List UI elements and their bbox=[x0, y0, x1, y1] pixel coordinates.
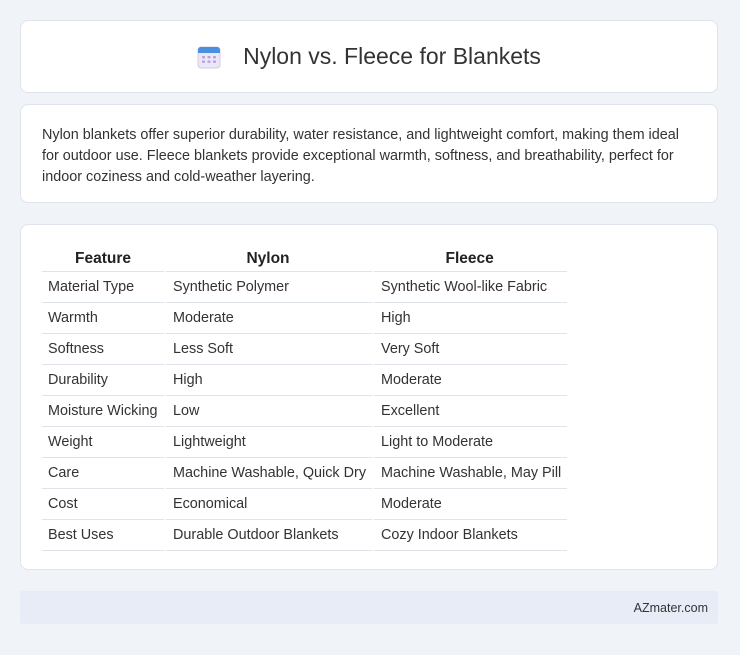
fleece-cell: Moderate bbox=[372, 365, 568, 396]
footer-bar: AZmater.com bbox=[20, 591, 718, 624]
intro-paragraph: Nylon blankets offer superior durability… bbox=[42, 127, 679, 185]
comparison-table: Feature Nylon Fleece Material Type Synth… bbox=[42, 247, 568, 551]
page-title: Nylon vs. Fleece for Blankets bbox=[243, 43, 541, 69]
header-fleece: Fleece bbox=[445, 250, 494, 267]
nylon-cell: Machine Washable, Quick Dry bbox=[164, 458, 373, 489]
fleece-cell: Synthetic Wool-like Fabric bbox=[372, 271, 568, 303]
fleece-cell: Machine Washable, May Pill bbox=[372, 458, 568, 489]
fleece-cell: Moderate bbox=[372, 489, 568, 520]
table-row: Best Uses Durable Outdoor Blankets Cozy … bbox=[42, 520, 568, 551]
fleece-cell: Cozy Indoor Blankets bbox=[372, 520, 568, 551]
nylon-cell: Low bbox=[164, 396, 373, 427]
feature-cell: Softness bbox=[42, 334, 164, 365]
nylon-cell: High bbox=[164, 365, 373, 396]
table-row: Durability High Moderate bbox=[42, 365, 568, 396]
fleece-cell: High bbox=[372, 303, 568, 334]
fleece-cell: Very Soft bbox=[372, 334, 568, 365]
footer-site-link[interactable]: AZmater.com bbox=[634, 601, 708, 615]
fleece-cell: Light to Moderate bbox=[372, 427, 568, 458]
feature-cell: Warmth bbox=[42, 303, 164, 334]
nylon-cell: Economical bbox=[164, 489, 373, 520]
feature-cell: Durability bbox=[42, 365, 164, 396]
table-row: Moisture Wicking Low Excellent bbox=[42, 396, 568, 427]
intro-card: Nylon blankets offer superior durability… bbox=[20, 104, 718, 203]
nylon-cell: Durable Outdoor Blankets bbox=[164, 520, 373, 551]
feature-cell: Care bbox=[42, 458, 164, 489]
header-nylon: Nylon bbox=[246, 250, 290, 267]
feature-cell: Moisture Wicking bbox=[42, 396, 164, 427]
table-row: Care Machine Washable, Quick Dry Machine… bbox=[42, 458, 568, 489]
comparison-card: Feature Nylon Fleece Material Type Synth… bbox=[20, 224, 718, 570]
nylon-cell: Moderate bbox=[164, 303, 373, 334]
fleece-cell: Excellent bbox=[372, 396, 568, 427]
feature-cell: Material Type bbox=[42, 271, 164, 303]
nylon-cell: Lightweight bbox=[164, 427, 373, 458]
nylon-cell: Less Soft bbox=[164, 334, 373, 365]
header-feature: Feature bbox=[75, 250, 131, 267]
nylon-cell: Synthetic Polymer bbox=[164, 271, 373, 303]
title-card: Nylon vs. Fleece for Blankets bbox=[20, 20, 718, 93]
feature-cell: Best Uses bbox=[42, 520, 164, 551]
table-header-row: Feature Nylon Fleece bbox=[42, 247, 567, 271]
table-row: Warmth Moderate High bbox=[42, 303, 568, 334]
feature-cell: Cost bbox=[42, 489, 164, 520]
calendar-icon bbox=[197, 46, 221, 68]
table-row: Weight Lightweight Light to Moderate bbox=[42, 427, 568, 458]
table-row: Cost Economical Moderate bbox=[42, 489, 568, 520]
feature-cell: Weight bbox=[42, 427, 164, 458]
table-row: Material Type Synthetic Polymer Syntheti… bbox=[42, 271, 568, 303]
table-row: Softness Less Soft Very Soft bbox=[42, 334, 568, 365]
title-wrap: Nylon vs. Fleece for Blankets bbox=[197, 43, 541, 70]
